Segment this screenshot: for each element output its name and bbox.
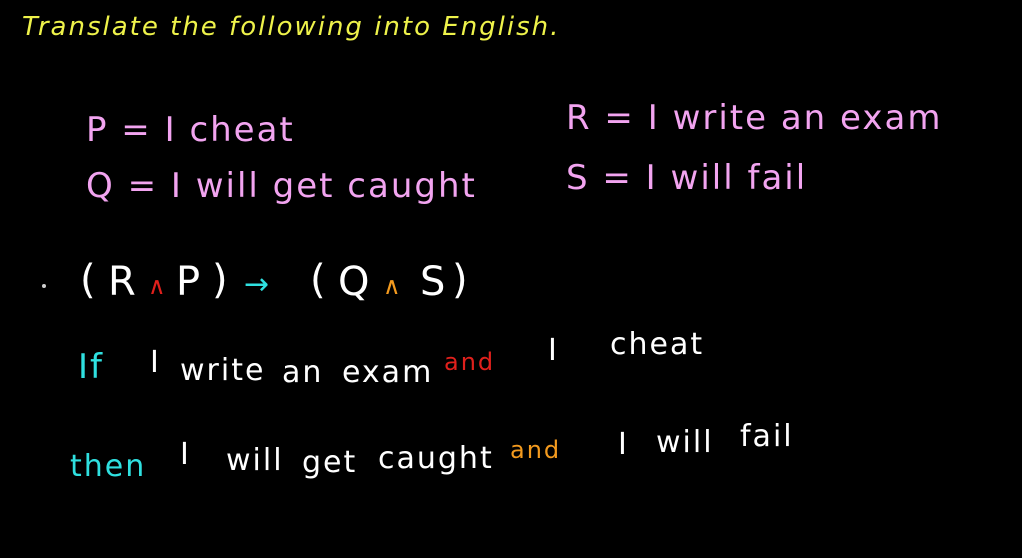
bullet-dot <box>42 284 46 288</box>
page-title: Translate the following into English. <box>22 12 561 42</box>
translation-line2-and: and <box>510 436 562 464</box>
translation-line2-will2: will <box>656 425 714 460</box>
formula-implies-arrow: → <box>244 267 270 302</box>
translation-line2-fail: fail <box>740 419 794 454</box>
translation-line2-get: get <box>302 445 358 480</box>
formula-and-symbol-orange: ∧ <box>383 272 407 300</box>
translation-line2-caught: caught <box>378 441 494 476</box>
formula-open-paren-right: ( <box>310 257 332 303</box>
translation-line1-and: and <box>444 348 496 376</box>
translation-line1-exam: exam <box>342 355 434 390</box>
translation-line2-i: I <box>180 437 191 472</box>
translation-line1-cheat: cheat <box>610 327 705 362</box>
formula-open-paren-left: ( <box>80 257 102 303</box>
formula-close-paren-left: ) <box>212 257 234 303</box>
translation-line1-write: write <box>180 353 266 388</box>
definition-s: S = I will fail <box>566 158 808 198</box>
translation-line2-will: will <box>226 443 284 478</box>
formula-variable-s: S <box>420 259 452 305</box>
formula-close-paren-right: ) <box>452 257 474 303</box>
formula-variable-q: Q <box>338 259 376 305</box>
translation-line2-i2: I <box>618 427 629 462</box>
blackboard: Translate the following into English. P … <box>0 0 1022 558</box>
definition-r: R = I write an exam <box>566 98 943 138</box>
translation-if: If <box>78 347 104 387</box>
translation-line1-an: an <box>282 355 324 390</box>
translation-then: then <box>70 449 147 484</box>
formula-variable-r: R <box>108 259 142 305</box>
definition-q: Q = I will get caught <box>86 166 477 206</box>
translation-line1-i2: I <box>548 333 559 368</box>
definition-p: P = I cheat <box>86 110 295 150</box>
formula-and-symbol-red: ∧ <box>148 272 172 300</box>
formula-variable-p: P <box>176 259 207 305</box>
translation-line1-i: I <box>150 345 161 380</box>
